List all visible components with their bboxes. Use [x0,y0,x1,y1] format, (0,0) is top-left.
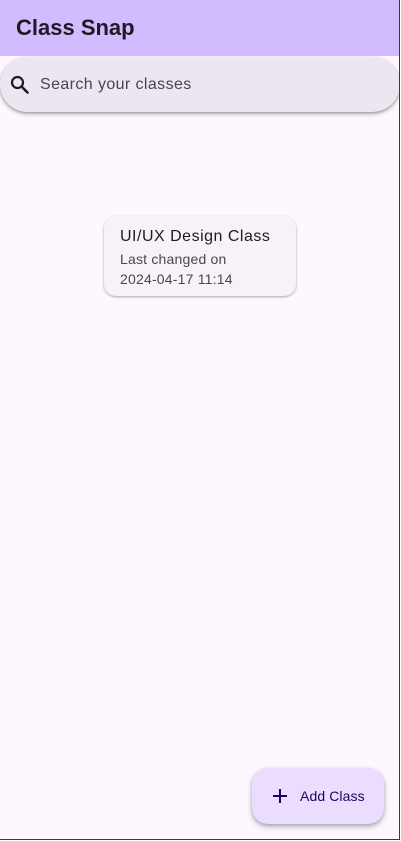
add-class-label: Add Class [300,788,365,804]
plus-icon [270,786,290,806]
app-title: Class Snap [16,15,135,40]
app-screen: Class Snap UI/UX Design Class Last chang… [0,0,400,840]
search-input[interactable] [40,75,360,94]
app-bar: Class Snap [0,0,399,56]
class-card-last-changed: Last changed on 2024-04-17 11:14 [120,251,233,287]
add-class-button[interactable]: Add Class [252,768,384,824]
search-bar[interactable] [0,57,399,112]
class-card-title: UI/UX Design Class [120,228,271,245]
search-icon [10,75,30,95]
class-card[interactable]: UI/UX Design Class Last changed on 2024-… [104,216,296,296]
